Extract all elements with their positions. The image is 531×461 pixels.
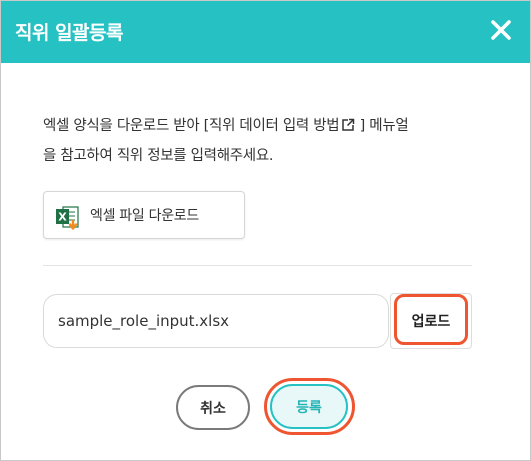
- divider: [43, 265, 472, 266]
- upload-label: 업로드: [411, 314, 451, 330]
- instruction-line2: 을 참고하여 직위 정보를 입력해주세요.: [43, 148, 274, 164]
- instruction-line1: 엑셀 양식을 다운로드 받아 [직위 데이터 입력 방법: [43, 118, 340, 134]
- register-button[interactable]: 등록: [270, 384, 348, 429]
- filename-field[interactable]: [43, 294, 389, 348]
- dialog-title: 직위 일괄등록: [15, 22, 124, 44]
- upload-button[interactable]: 업로드: [390, 293, 472, 349]
- excel-download-button[interactable]: X 엑셀 파일 다운로드: [43, 191, 245, 239]
- excel-download-icon: X: [56, 206, 79, 230]
- dialog-header: 직위 일괄등록: [1, 1, 530, 63]
- close-icon: [491, 20, 511, 40]
- instruction-text: 엑셀 양식을 다운로드 받아 [직위 데이터 입력 방법 ] 메뉴얼 을 참고하…: [43, 112, 503, 170]
- cancel-button[interactable]: 취소: [176, 385, 250, 430]
- external-link-icon[interactable]: [341, 114, 355, 142]
- bulk-role-register-dialog: 직위 일괄등록 엑셀 양식을 다운로드 받아 [직위 데이터 입력 방법 ] 메…: [0, 0, 531, 461]
- excel-download-label: 엑셀 파일 다운로드: [90, 208, 199, 224]
- close-button[interactable]: [486, 15, 516, 45]
- instruction-line1-suffix: ] 메뉴얼: [355, 118, 409, 134]
- svg-text:X: X: [58, 211, 67, 224]
